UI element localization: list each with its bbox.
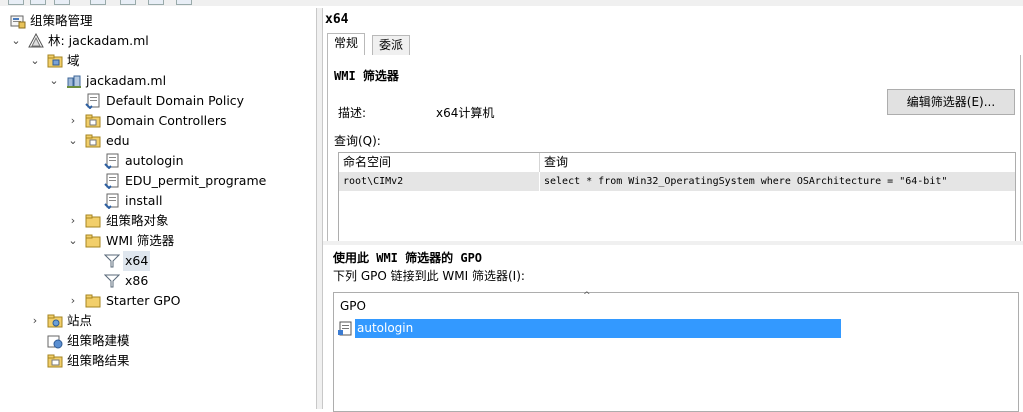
folder-icon bbox=[85, 293, 101, 309]
general-tab-panel: WMI 筛选器 描述: x64计算机 编辑筛选器(E)... 查询(Q): 命名… bbox=[327, 55, 1021, 242]
column-header-namespace[interactable]: 命名空间 bbox=[339, 153, 540, 173]
tree-item-domain-controllers[interactable]: › Domain Controllers bbox=[0, 111, 300, 131]
tree-item-results[interactable]: 组策略结果 bbox=[0, 351, 300, 371]
tree-item-forest[interactable]: ⌄ 林: jackadam.ml bbox=[0, 31, 300, 51]
tree-item-edu-autologin[interactable]: autologin bbox=[0, 151, 300, 171]
description-label: 描述: bbox=[338, 106, 367, 120]
tree-item-edu-permit[interactable]: EDU_permit_programe bbox=[0, 171, 300, 191]
up-button[interactable] bbox=[54, 0, 70, 5]
tree-item-gpo-objects[interactable]: › 组策略对象 bbox=[0, 211, 300, 231]
folder-icon bbox=[85, 233, 101, 249]
sort-ascending-icon: ^ bbox=[583, 291, 591, 301]
tree-item-label: WMI 筛选器 bbox=[106, 233, 175, 248]
tree-item-label: EDU_permit_programe bbox=[125, 173, 267, 188]
tree-item-starter-gpo[interactable]: › Starter GPO bbox=[0, 291, 300, 311]
tree-pane: 组策略管理 ⌄ 林: jackadam.ml ⌄ 域 ⌄ jackadam.ml… bbox=[0, 8, 317, 409]
detail-pane: x64 常规 委派 WMI 筛选器 描述: x64计算机 编辑筛选器(E)...… bbox=[323, 8, 1023, 412]
tree-item-label: 组策略对象 bbox=[106, 213, 169, 228]
back-button[interactable] bbox=[8, 0, 24, 5]
tree-item-wmi-filters[interactable]: ⌄ WMI 筛选器 bbox=[0, 231, 300, 251]
tree-item-label: autologin bbox=[125, 153, 184, 168]
tree-item-label: Starter GPO bbox=[106, 293, 181, 308]
query-text-cell[interactable]: select * from Win32_OperatingSystem wher… bbox=[540, 172, 1015, 191]
ou-icon bbox=[85, 133, 101, 149]
tree-item-label: 组策略管理 bbox=[30, 13, 93, 28]
chevron-down-icon[interactable]: ⌄ bbox=[49, 71, 59, 91]
tree-item-x64[interactable]: x64 bbox=[0, 251, 300, 271]
column-header-gpo[interactable]: GPO bbox=[340, 299, 366, 313]
chevron-down-icon[interactable]: ⌄ bbox=[68, 131, 78, 151]
tree-item-gpmc[interactable]: 组策略管理 bbox=[0, 11, 300, 31]
wmi-filter-section-heading: WMI 筛选器 bbox=[334, 69, 399, 83]
export-button[interactable] bbox=[176, 0, 192, 5]
tree-item-modeling[interactable]: 组策略建模 bbox=[0, 331, 300, 351]
list-item[interactable]: autologin bbox=[334, 319, 841, 338]
modeling-icon bbox=[47, 333, 63, 349]
wmi-filter-icon bbox=[104, 253, 120, 269]
properties-button[interactable] bbox=[120, 0, 136, 5]
tree-item-label: 组策略结果 bbox=[67, 353, 130, 368]
folder-icon bbox=[85, 213, 101, 229]
page-title: x64 bbox=[325, 12, 349, 27]
toolbar bbox=[0, 0, 1023, 6]
gpo-icon bbox=[338, 321, 352, 336]
tree-item-edu-install[interactable]: install bbox=[0, 191, 300, 211]
query-namespace-cell[interactable]: root\CIMv2 bbox=[339, 172, 540, 191]
tree-item-label: 林: jackadam.ml bbox=[48, 33, 149, 48]
linked-gpos-list[interactable]: ^ GPO autologin bbox=[333, 291, 1019, 412]
linked-gpos-heading: 使用此 WMI 筛选器的 GPO bbox=[333, 251, 483, 265]
tree-item-label: 组策略建模 bbox=[67, 333, 130, 348]
results-icon bbox=[47, 353, 63, 369]
description-value: x64计算机 bbox=[436, 106, 495, 120]
help-button[interactable] bbox=[148, 0, 164, 5]
chevron-down-icon[interactable]: ⌄ bbox=[68, 231, 78, 251]
tree-item-label: 站点 bbox=[67, 313, 93, 328]
domains-folder-icon bbox=[47, 53, 63, 69]
linked-gpos-section: 使用此 WMI 筛选器的 GPO 下列 GPO 链接到此 WMI 筛选器(I):… bbox=[323, 245, 1023, 412]
tree-item-label: x86 bbox=[125, 273, 149, 288]
tree-item-label: x64 bbox=[123, 251, 151, 271]
gpo-link-icon bbox=[85, 93, 101, 109]
wmi-filter-icon bbox=[104, 273, 120, 289]
tab-general[interactable]: 常规 bbox=[327, 33, 366, 55]
gpmc-console-icon bbox=[10, 13, 26, 29]
chevron-right-icon[interactable]: › bbox=[68, 211, 78, 231]
forest-icon bbox=[28, 33, 44, 49]
tree-item-domain[interactable]: ⌄ jackadam.ml bbox=[0, 71, 300, 91]
chevron-right-icon[interactable]: › bbox=[30, 311, 40, 331]
tree-item-default-domain-policy[interactable]: Default Domain Policy bbox=[0, 91, 300, 111]
tree-item-label: Domain Controllers bbox=[106, 113, 227, 128]
chevron-right-icon[interactable]: › bbox=[68, 111, 78, 131]
ou-icon bbox=[85, 113, 101, 129]
tree-item-edu[interactable]: ⌄ edu bbox=[0, 131, 300, 151]
show-tree-button[interactable] bbox=[90, 0, 106, 5]
chevron-down-icon[interactable]: ⌄ bbox=[11, 31, 21, 51]
tab-strip: 常规 委派 bbox=[327, 33, 1019, 56]
gpo-link-icon bbox=[104, 173, 120, 189]
gpo-link-icon bbox=[104, 193, 120, 209]
chevron-down-icon[interactable]: ⌄ bbox=[30, 51, 40, 71]
tree-item-x86[interactable]: x86 bbox=[0, 271, 300, 291]
chevron-right-icon[interactable]: › bbox=[68, 291, 78, 311]
query-label: 查询(Q): bbox=[334, 134, 381, 148]
sites-icon bbox=[47, 313, 63, 329]
tab-delegation[interactable]: 委派 bbox=[372, 35, 411, 55]
forward-button[interactable] bbox=[30, 0, 46, 5]
tree-item-label: edu bbox=[106, 133, 130, 148]
column-header-query[interactable]: 查询 bbox=[540, 153, 1015, 173]
list-item-label: autologin bbox=[355, 319, 841, 338]
tree-item-label: 域 bbox=[67, 53, 80, 68]
linked-gpos-label: 下列 GPO 链接到此 WMI 筛选器(I): bbox=[333, 269, 525, 283]
edit-filter-button[interactable]: 编辑筛选器(E)... bbox=[887, 89, 1015, 115]
tree-item-label: Default Domain Policy bbox=[106, 93, 245, 108]
gpo-link-icon bbox=[104, 153, 120, 169]
tree-item-sites[interactable]: › 站点 bbox=[0, 311, 300, 331]
query-grid[interactable]: 命名空间 查询 root\CIMv2 select * from Win32_O… bbox=[338, 152, 1016, 242]
tree-item-label: install bbox=[125, 193, 163, 208]
tree-item-domains[interactable]: ⌄ 域 bbox=[0, 51, 300, 71]
tree-item-label: jackadam.ml bbox=[86, 73, 167, 88]
domain-icon bbox=[66, 73, 82, 89]
